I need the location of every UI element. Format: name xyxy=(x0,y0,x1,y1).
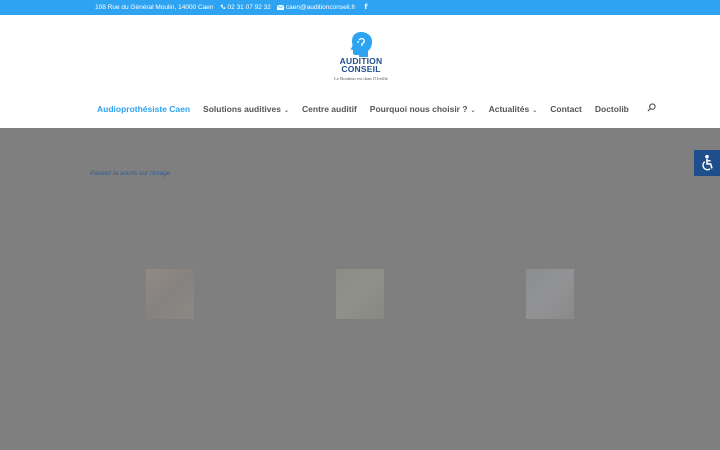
nav-item-centre-auditif[interactable]: Centre auditif xyxy=(302,104,357,114)
main-navigation: Audioprothésiste Caen Solutions auditive… xyxy=(97,103,656,114)
site-header: AUDITION CONSEIL Le Bonheur est dans l'O… xyxy=(0,15,720,128)
page-overlay[interactable]: Passez la souris sur l'image xyxy=(0,128,720,450)
chevron-down-icon: ⌄ xyxy=(283,106,290,114)
accessibility-button[interactable] xyxy=(694,150,720,176)
logo-line-2: CONSEIL xyxy=(341,64,381,74)
phone-icon xyxy=(220,4,225,9)
nav-item-solutions-auditives[interactable]: Solutions auditives ⌄ xyxy=(203,104,289,114)
nav-label: Centre auditif xyxy=(302,103,357,114)
phone-number: 02 31 07 92 32 xyxy=(227,3,271,11)
logo-tagline: Le Bonheur est dans l'Oreille xyxy=(334,76,388,81)
facebook-icon[interactable]: f xyxy=(364,3,367,11)
chevron-down-icon: ⌄ xyxy=(470,106,476,114)
nav-item-contact[interactable]: Contact xyxy=(550,104,582,114)
email-link[interactable]: caen@auditionconseil.fr xyxy=(276,3,356,11)
chevron-down-icon: ⌄ xyxy=(532,106,538,114)
nav-label: Solutions auditives xyxy=(203,103,281,114)
nav-label: Audioprothésiste Caen xyxy=(97,103,191,114)
site-logo[interactable]: AUDITION CONSEIL Le Bonheur est dans l'O… xyxy=(326,31,396,81)
gallery-image-3[interactable] xyxy=(526,269,574,319)
phone-link[interactable]: 02 31 07 92 32 xyxy=(220,4,271,11)
gallery-image-1[interactable] xyxy=(146,269,194,319)
envelope-icon xyxy=(276,4,284,10)
nav-item-doctolib[interactable]: Doctolib xyxy=(595,104,629,114)
accessibility-icon xyxy=(702,154,713,171)
search-icon[interactable] xyxy=(647,103,656,114)
head-logo-icon xyxy=(350,32,372,57)
gallery-image-2[interactable] xyxy=(336,269,384,319)
nav-label: Pourquoi nous choisir ? xyxy=(369,103,468,114)
nav-item-actualites[interactable]: Actualités ⌄ xyxy=(489,104,538,114)
nav-item-pourquoi-nous-choisir[interactable]: Pourquoi nous choisir ? ⌄ xyxy=(370,104,476,114)
nav-label: Doctolib xyxy=(594,103,629,114)
top-bar: 108 Rue du Général Moulin, 14000 Caen 02… xyxy=(0,0,720,15)
address: 108 Rue du Général Moulin, 14000 Caen xyxy=(95,3,214,11)
nav-label: Contact xyxy=(550,103,582,114)
hover-hint: Passez la souris sur l'image xyxy=(90,170,171,177)
nav-label: Actualités xyxy=(488,103,530,114)
email-address: caen@auditionconseil.fr xyxy=(285,3,356,11)
nav-item-audioprothesiste-caen[interactable]: Audioprothésiste Caen xyxy=(97,104,190,114)
